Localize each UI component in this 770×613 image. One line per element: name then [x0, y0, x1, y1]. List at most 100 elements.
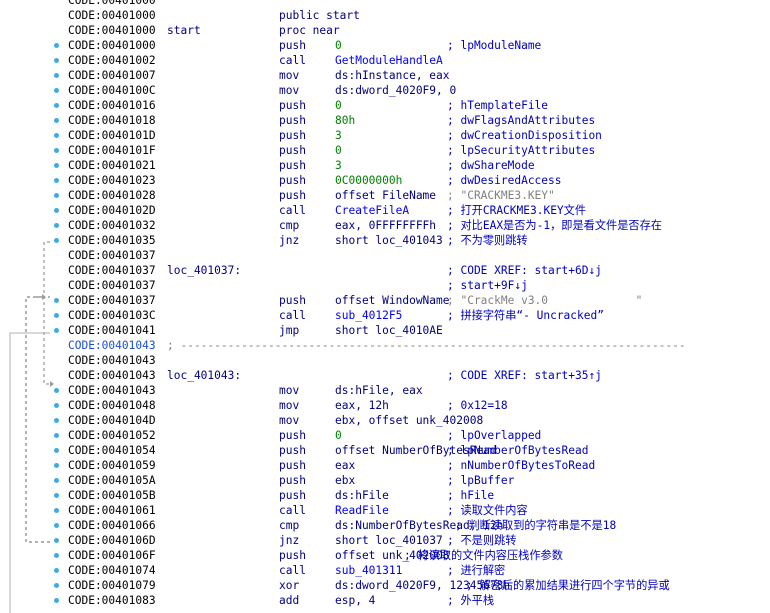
listing-line[interactable]: CODE:00401066 cmp ds:NumberOfBytesRead, 12… — [68, 518, 770, 533]
disassembly-listing[interactable]: CODE:00401000 CODE:00401000 public start CO… — [68, 0, 770, 608]
instruction-operands: offset FileName — [335, 189, 437, 202]
listing-line[interactable]: CODE:00401043 loc_401043: ; CODE XREF: sta… — [68, 368, 770, 383]
listing-line[interactable]: CODE:0040100C mov ds:dword_4020F9, 0 — [68, 83, 770, 98]
line-address: CODE:00401037 — [68, 279, 156, 292]
instruction-mnemonic: call — [279, 54, 306, 67]
instruction-mnemonic: cmp — [279, 219, 300, 232]
instruction-operands: ds:hFile — [335, 489, 389, 502]
listing-line[interactable]: CODE:00401037 push offset WindowName; "Cra… — [68, 293, 770, 308]
listing-line[interactable]: CODE:00401041 jmp short loc_4010AE — [68, 323, 770, 338]
listing-line[interactable]: CODE:00401023 push 0C0000000h ; dwDesiredAc… — [68, 173, 770, 188]
breakpoint-dot-icon[interactable] — [54, 238, 59, 243]
listing-line[interactable]: CODE:00401032 cmp eax, 0FFFFFFFFh ; 对比EAX是否… — [68, 218, 770, 233]
breakpoint-dot-icon[interactable] — [54, 403, 59, 408]
code-label: loc_401043: — [167, 369, 242, 382]
listing-line[interactable]: CODE:0040104D mov ebx, offset unk_402008 — [68, 413, 770, 428]
breakpoint-dot-icon[interactable] — [54, 418, 59, 423]
breakpoint-dot-icon[interactable] — [54, 73, 59, 78]
breakpoint-dot-icon[interactable] — [54, 103, 59, 108]
line-address: CODE:0040100C — [68, 84, 156, 97]
listing-line[interactable]: CODE:00401000 push 0 ; lpModuleName — [68, 38, 770, 53]
listing-line[interactable]: CODE:00401083 add esp, 4 ; 外平栈 — [68, 593, 770, 608]
line-comment: ; "CRACKME3.KEY" — [447, 189, 555, 202]
breakpoint-dot-icon[interactable] — [54, 583, 59, 588]
listing-line[interactable]: CODE:00401037 loc_401037: ; CODE XREF: sta… — [68, 263, 770, 278]
breakpoint-dot-icon[interactable] — [54, 508, 59, 513]
instruction-operands: esp, 4 — [335, 594, 376, 607]
listing-line[interactable]: CODE:0040105B push ds:hFile ; hFile — [68, 488, 770, 503]
breakpoint-dot-icon[interactable] — [54, 43, 59, 48]
listing-line[interactable]: CODE:00401061 call ReadFile ; 读取文件内容 — [68, 503, 770, 518]
listing-line[interactable]: CODE:00401074 call sub_401311 ; 进行解密 — [68, 563, 770, 578]
listing-line[interactable]: CODE:00401043 ; -------------------------… — [68, 338, 770, 353]
line-address: CODE:00401021 — [68, 159, 156, 172]
line-comment: ; 0x12=18 — [447, 399, 508, 412]
listing-line[interactable]: CODE:0040102D call CreateFileA ; 打开CRACKME3… — [68, 203, 770, 218]
breakpoint-dot-icon[interactable] — [54, 568, 59, 573]
breakpoint-dot-icon[interactable] — [54, 208, 59, 213]
listing-line[interactable]: CODE:00401002 call GetModuleHandleA — [68, 53, 770, 68]
breakpoint-dot-icon[interactable] — [54, 313, 59, 318]
line-comment: ; nNumberOfBytesToRead — [447, 459, 596, 472]
listing-line[interactable]: CODE:00401043 — [68, 353, 770, 368]
listing-line[interactable]: CODE:00401000 start proc near — [68, 23, 770, 38]
breakpoint-dot-icon[interactable] — [54, 388, 59, 393]
instruction-operands: eax — [335, 459, 356, 472]
line-comment: ; CODE XREF: start+6D↓j — [447, 264, 602, 277]
line-address: CODE:0040103C — [68, 309, 156, 322]
line-comment: ; 不是则跳转 — [447, 534, 517, 547]
instruction-mnemonic: push — [279, 114, 306, 127]
breakpoint-dot-icon[interactable] — [54, 298, 59, 303]
line-comment: ; 拼接字符串“- Uncracked” — [447, 309, 604, 322]
listing-line[interactable]: CODE:0040106F push offset unk_402008; 将读取的… — [68, 548, 770, 563]
listing-line[interactable]: CODE:0040105A push ebx ; lpBuffer — [68, 473, 770, 488]
breakpoint-dot-icon[interactable] — [54, 133, 59, 138]
listing-line[interactable]: CODE:00401059 push eax ; nNumberOfBytesToRe… — [68, 458, 770, 473]
breakpoint-dot-icon[interactable] — [54, 178, 59, 183]
instruction-mnemonic: add — [279, 594, 300, 607]
listing-line[interactable]: CODE:00401054 push offset NumberOfBytesRea… — [68, 443, 770, 458]
listing-line[interactable]: CODE:0040106D jnz short loc_401037 ; 不是则跳转 — [68, 533, 770, 548]
listing-line[interactable]: CODE:00401007 mov ds:hInstance, eax — [68, 68, 770, 83]
listing-line[interactable]: CODE:00401079 xor ds:dword_4020F9, 1234567… — [68, 578, 770, 593]
listing-line[interactable]: CODE:00401016 push 0 ; hTemplateFile — [68, 98, 770, 113]
breakpoint-dot-icon[interactable] — [54, 193, 59, 198]
breakpoint-dot-icon[interactable] — [54, 493, 59, 498]
breakpoint-dot-icon[interactable] — [54, 88, 59, 93]
listing-line[interactable]: CODE:00401037 ; start+9F↓j — [68, 278, 770, 293]
listing-line[interactable]: CODE:0040103C call sub_4012F5 ; 拼接字符串“- Unc… — [68, 308, 770, 323]
instruction-operands: 3 — [335, 129, 342, 142]
listing-line[interactable]: CODE:0040101F push 0 ; lpSecurityAttributes — [68, 143, 770, 158]
listing-line[interactable]: CODE:00401021 push 3 ; dwShareMode — [68, 158, 770, 173]
line-address: CODE:00401074 — [68, 564, 156, 577]
listing-line[interactable]: CODE:00401035 jnz short loc_401043 ; 不为零则跳转 — [68, 233, 770, 248]
breakpoint-dot-icon[interactable] — [54, 433, 59, 438]
breakpoint-dot-icon[interactable] — [54, 538, 59, 543]
instruction-operands: eax, 12h — [335, 399, 389, 412]
listing-line[interactable]: CODE:00401000 — [68, 0, 770, 8]
listing-line[interactable]: CODE:00401037 — [68, 248, 770, 263]
listing-line[interactable]: CODE:00401043 mov ds:hFile, eax — [68, 383, 770, 398]
breakpoint-dot-icon[interactable] — [54, 553, 59, 558]
breakpoint-dot-icon[interactable] — [54, 163, 59, 168]
instruction-mnemonic: mov — [279, 399, 300, 412]
listing-line[interactable]: CODE:00401028 push offset FileName ; "CRACK… — [68, 188, 770, 203]
line-address: CODE:00401048 — [68, 399, 156, 412]
breakpoint-dot-icon[interactable] — [54, 598, 59, 603]
breakpoint-dot-icon[interactable] — [54, 58, 59, 63]
breakpoint-dot-icon[interactable] — [54, 463, 59, 468]
listing-line[interactable]: CODE:00401018 push 80h ; dwFlagsAndAttribut… — [68, 113, 770, 128]
listing-line[interactable]: CODE:00401048 mov eax, 12h ; 0x12=18 — [68, 398, 770, 413]
instruction-operands: CreateFileA — [335, 204, 410, 217]
breakpoint-dot-icon[interactable] — [54, 448, 59, 453]
breakpoint-dot-icon[interactable] — [54, 118, 59, 123]
listing-line[interactable]: CODE:00401052 push 0 ; lpOverlapped — [68, 428, 770, 443]
breakpoint-dot-icon[interactable] — [54, 478, 59, 483]
listing-line[interactable]: CODE:0040101D push 3 ; dwCreationDispositio… — [68, 128, 770, 143]
listing-line[interactable]: CODE:00401000 public start — [68, 8, 770, 23]
breakpoint-dot-icon[interactable] — [54, 148, 59, 153]
breakpoint-dot-icon[interactable] — [54, 523, 59, 528]
breakpoint-dot-icon[interactable] — [54, 328, 59, 333]
instruction-mnemonic: xor — [279, 579, 300, 592]
breakpoint-dot-icon[interactable] — [54, 223, 59, 228]
